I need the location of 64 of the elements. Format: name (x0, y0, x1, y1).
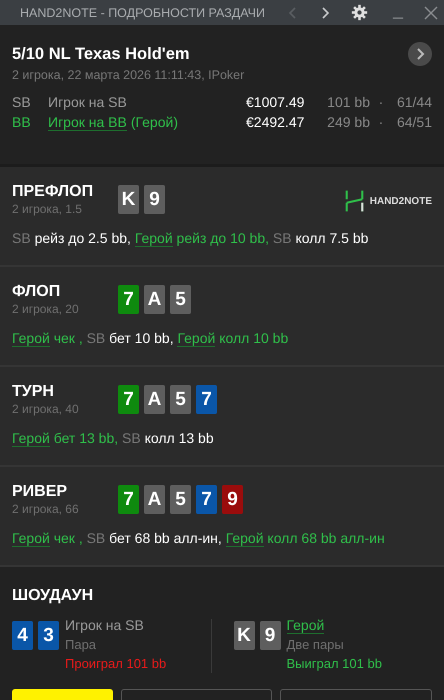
hand-combination: Пара (65, 636, 98, 654)
hero-link[interactable]: Герой (134, 230, 173, 247)
separator-dot: · (378, 114, 384, 130)
street-info: 2 игрока, 20 (12, 302, 80, 316)
player-name: Игрок на SB (65, 617, 144, 633)
playing-card: 5 (170, 485, 191, 514)
settings-icon[interactable] (351, 4, 368, 21)
playing-card: 5 (170, 385, 191, 414)
playing-card: 7 (118, 385, 139, 414)
next-button[interactable] (408, 42, 432, 66)
window-title: HAND2NOTE - ПОДРОБНОСТИ РАЗДАЧИ (20, 6, 266, 20)
hero-link[interactable]: Герой (12, 330, 50, 347)
player-link[interactable]: Герой (286, 617, 324, 634)
playing-card: 7 (118, 285, 139, 314)
hero-link[interactable]: Герой (226, 530, 264, 547)
playing-card: 7 (196, 485, 217, 514)
player-stats: 61/44 (396, 94, 432, 110)
position-label: BB (12, 114, 32, 130)
stack-amount: €1007.49 (246, 94, 306, 110)
playing-card: 4 (12, 621, 33, 650)
playing-card: 9 (260, 621, 280, 650)
street-info: 2 игрока, 40 (12, 402, 80, 416)
position-label: SB (12, 94, 32, 110)
hero-label: (Герой) (130, 114, 178, 130)
player-name: Игрок на SB (48, 94, 127, 110)
stack-bb: 249 bb (326, 114, 370, 130)
street-title: РИВЕР (12, 483, 68, 501)
playing-card: 9 (222, 485, 243, 514)
game-title: 5/10 NL Texas Hold'em (12, 44, 190, 64)
result-text: Выиграл 101 bb (286, 655, 382, 673)
hero-link[interactable]: Герой (12, 530, 50, 547)
action-line: SB рейз до 2.5 bb, Герой рейз до 10 bb, SB колл 7.5 bb (12, 230, 370, 246)
hero-link[interactable]: Герой (12, 430, 50, 447)
playing-card: A (144, 385, 165, 414)
player-link[interactable]: Игрок на BB (48, 114, 127, 131)
playing-card: K (118, 185, 139, 214)
playing-card: 5 (170, 285, 191, 314)
street-info: 2 игрока, 1.5 (12, 202, 83, 216)
playing-card: 3 (38, 621, 59, 650)
playing-card: 7 (196, 385, 217, 414)
result-text: Проиграл 101 bb (65, 655, 166, 673)
playing-card: A (144, 485, 165, 514)
playing-card: 7 (118, 485, 139, 514)
logo-text: HAND2NOTE (370, 196, 432, 206)
separator-dot: · (378, 94, 384, 110)
stack-amount: €2492.47 (246, 114, 306, 130)
close-icon[interactable] (424, 4, 438, 20)
showdown-title: ШОУДАУН (12, 587, 94, 605)
stack-bb: 101 bb (326, 94, 370, 110)
hero-link[interactable]: Герой (177, 330, 216, 347)
street-title: ТУРН (12, 383, 55, 401)
playing-card: K (234, 621, 254, 650)
action-line: Герой чек , SB бет 10 bb, Герой колл 10 bb (12, 330, 290, 346)
action-line: Герой чек , SB бет 68 bb алл-ин, Герой колл 68 bb алл-ин (12, 530, 386, 546)
hand-combination: Две пары (286, 636, 345, 654)
street-title: ФЛОП (12, 283, 62, 301)
action-line: Герой бет 13 bb, SB колл 13 bb (12, 430, 215, 446)
player-stats: 64/51 (396, 114, 432, 130)
hand-info: 2 игрока, 22 марта 2026 11:11:43, IPoker (12, 68, 246, 82)
street-info: 2 игрока, 66 (12, 502, 80, 516)
street-title: ПРЕФЛОП (12, 183, 94, 201)
playing-card: A (144, 285, 165, 314)
playing-card: 9 (144, 185, 165, 214)
logo-icon (344, 189, 364, 213)
